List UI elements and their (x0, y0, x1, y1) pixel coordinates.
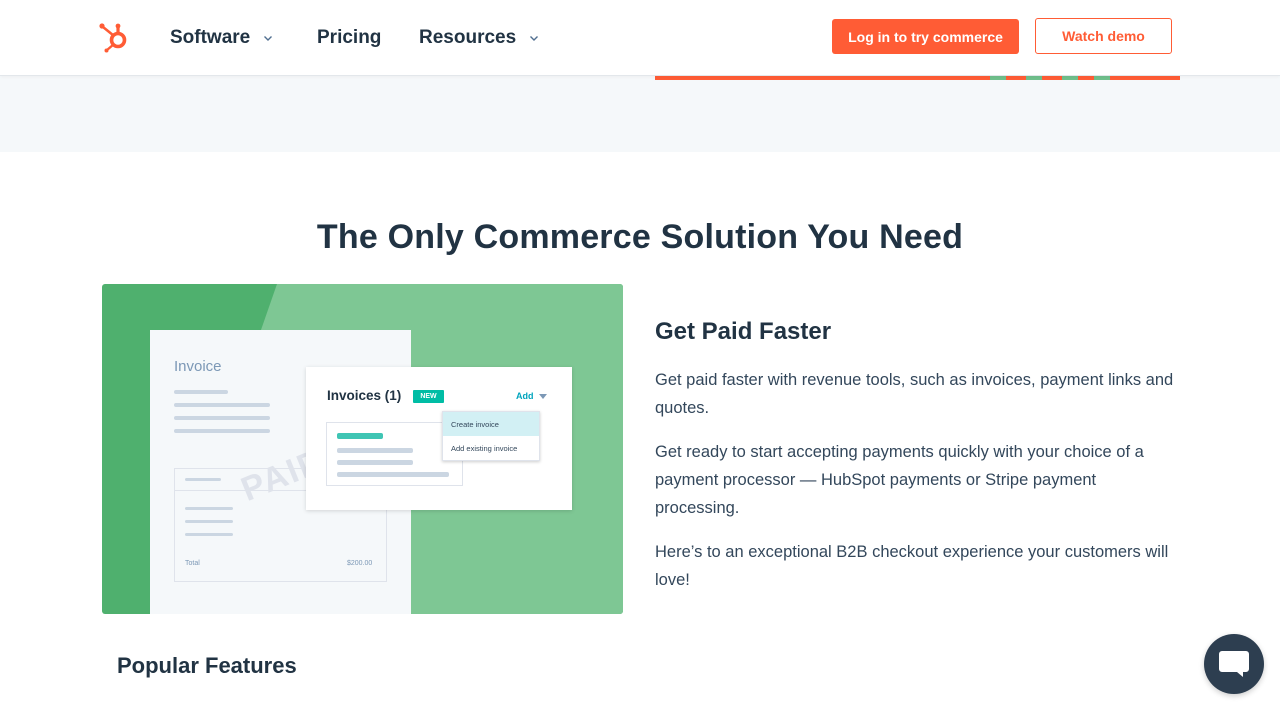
add-dropdown-label: Add (516, 391, 534, 401)
invoices-panel-title: Invoices (1) (327, 388, 402, 403)
login-try-commerce-button[interactable]: Log in to try commerce (832, 19, 1019, 54)
nav-software[interactable]: Software (170, 27, 273, 49)
invoice-document-label: Invoice (174, 358, 222, 375)
add-dropdown: Add (516, 391, 547, 401)
caret-down-icon (538, 393, 547, 399)
feature-heading: Get Paid Faster (655, 318, 832, 345)
chevron-down-icon (530, 36, 539, 41)
chat-bubble-icon (1219, 651, 1249, 677)
feature-paragraph-3: Here’s to an exceptional B2B checkout ex… (655, 543, 1169, 589)
popular-features-heading: Popular Features (117, 653, 297, 678)
invoices-panel: Invoices (1) NEW Add Create invoice Add … (306, 367, 572, 510)
nav-software-label: Software (170, 27, 251, 48)
nav-pricing-label: Pricing (317, 27, 382, 48)
nav-resources-label: Resources (419, 27, 517, 48)
total-label: Total (185, 560, 200, 567)
create-invoice-option: Create invoice (443, 412, 539, 436)
watch-demo-button[interactable]: Watch demo (1035, 18, 1172, 54)
section-title: The Only Commerce Solution You Need (316, 218, 964, 256)
hubspot-logo-icon[interactable] (98, 20, 132, 54)
new-badge: NEW (413, 390, 444, 403)
site-header: Software Pricing Resources Log in to try… (0, 0, 1280, 76)
add-existing-invoice-option: Add existing invoice (451, 443, 518, 453)
nav-pricing[interactable]: Pricing (317, 27, 381, 49)
add-dropdown-menu: Create invoice Add existing invoice (442, 411, 540, 461)
commerce-illustration: Invoice Total $200.00 PAID Invoices (1) … (102, 284, 623, 614)
nav-resources[interactable]: Resources (419, 27, 539, 49)
hero-band (0, 76, 1280, 152)
chevron-down-icon (264, 36, 273, 41)
chat-launcher-button[interactable] (1204, 634, 1264, 694)
feature-paragraph-2: Get ready to start accepting payments qu… (655, 443, 1144, 517)
feature-paragraph-1: Get paid faster with revenue tools, such… (655, 371, 1174, 417)
total-value: $200.00 (347, 560, 373, 567)
tab-progress-bar (655, 76, 1180, 80)
